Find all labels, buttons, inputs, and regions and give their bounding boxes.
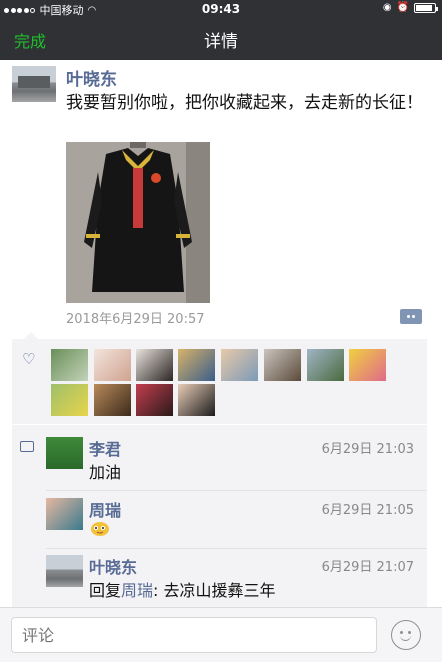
reply-prefix: 回复 [89, 581, 122, 600]
more-icon-dot [407, 315, 410, 318]
comment-time: 6月29日 21:07 [321, 560, 414, 575]
jacket-illustration [66, 142, 210, 303]
liker-avatar[interactable] [178, 349, 215, 381]
comment-divider [46, 490, 427, 491]
comment-time: 6月29日 21:05 [321, 503, 414, 518]
emoji-mouth [400, 635, 411, 641]
emoji-eye [408, 631, 411, 634]
liker-avatar[interactable] [51, 384, 88, 416]
liker-avatar[interactable] [178, 384, 215, 416]
comments-panel: 李君 6月29日 21:03 加油 周瑞 6月29日 21:05 叶晓东 6月2… [12, 425, 427, 607]
commenter-avatar[interactable] [46, 498, 83, 530]
liker-avatar[interactable] [136, 384, 173, 416]
author-avatar[interactable] [12, 66, 56, 102]
battery-icon [414, 2, 438, 13]
liker-avatar[interactable] [307, 349, 344, 381]
reply-text: : 去凉山援彝三年 [153, 581, 276, 600]
emoji-icon[interactable] [391, 620, 421, 650]
liker-avatar[interactable] [136, 349, 173, 381]
comment-text: 回复周瑞: 去凉山援彝三年 [89, 577, 276, 601]
comment-divider [46, 548, 427, 549]
nav-bar: 完成 详情 [0, 18, 442, 60]
commenter-avatar[interactable] [46, 555, 83, 587]
more-icon-dot [412, 315, 415, 318]
comment-input-bar [0, 607, 442, 662]
likes-panel: ♡ [12, 332, 427, 424]
post-timestamp: 2018年6月29日 20:57 [66, 312, 205, 327]
commenter-name[interactable]: 叶晓东 [89, 554, 137, 578]
status-icons: ◉ ⏰ [378, 2, 438, 13]
battery-fill [416, 4, 432, 11]
liker-avatar[interactable] [264, 349, 301, 381]
avatar-building [18, 76, 50, 88]
page-title: 详情 [204, 32, 238, 52]
commenter-avatar[interactable] [46, 437, 83, 469]
reply-to-name[interactable]: 周瑞 [121, 581, 153, 600]
alarm-icon: ⏰ [396, 2, 409, 13]
liker-avatar[interactable] [94, 349, 131, 381]
liker-avatar[interactable] [94, 384, 131, 416]
post-text: 我要暂别你啦，把你收藏起来，去走新的长征！ [66, 93, 423, 113]
status-bar: 中国移动 ◠ 09:43 ◉ ⏰ [0, 0, 442, 18]
commenter-name[interactable]: 李君 [89, 436, 121, 460]
liker-avatar[interactable] [221, 349, 258, 381]
sticker-emoji-icon [91, 522, 109, 536]
comment-icon [20, 441, 34, 452]
clock: 09:43 [201, 2, 241, 16]
post-photo[interactable] [66, 142, 210, 303]
emoji-eye [400, 631, 403, 634]
more-button[interactable] [400, 309, 422, 324]
comment-emoji [89, 519, 111, 541]
author-name[interactable]: 叶晓东 [66, 65, 117, 90]
battery-nub [436, 6, 438, 11]
lock-rotation-icon: ◉ [382, 2, 392, 13]
comment-text: 加油 [89, 463, 122, 482]
liker-avatar[interactable] [349, 349, 386, 381]
liker-avatar[interactable] [51, 349, 88, 381]
comment-input[interactable] [11, 617, 377, 653]
commenter-name[interactable]: 周瑞 [89, 497, 121, 521]
comment-time: 6月29日 21:03 [321, 442, 414, 457]
heart-icon: ♡ [22, 350, 36, 368]
